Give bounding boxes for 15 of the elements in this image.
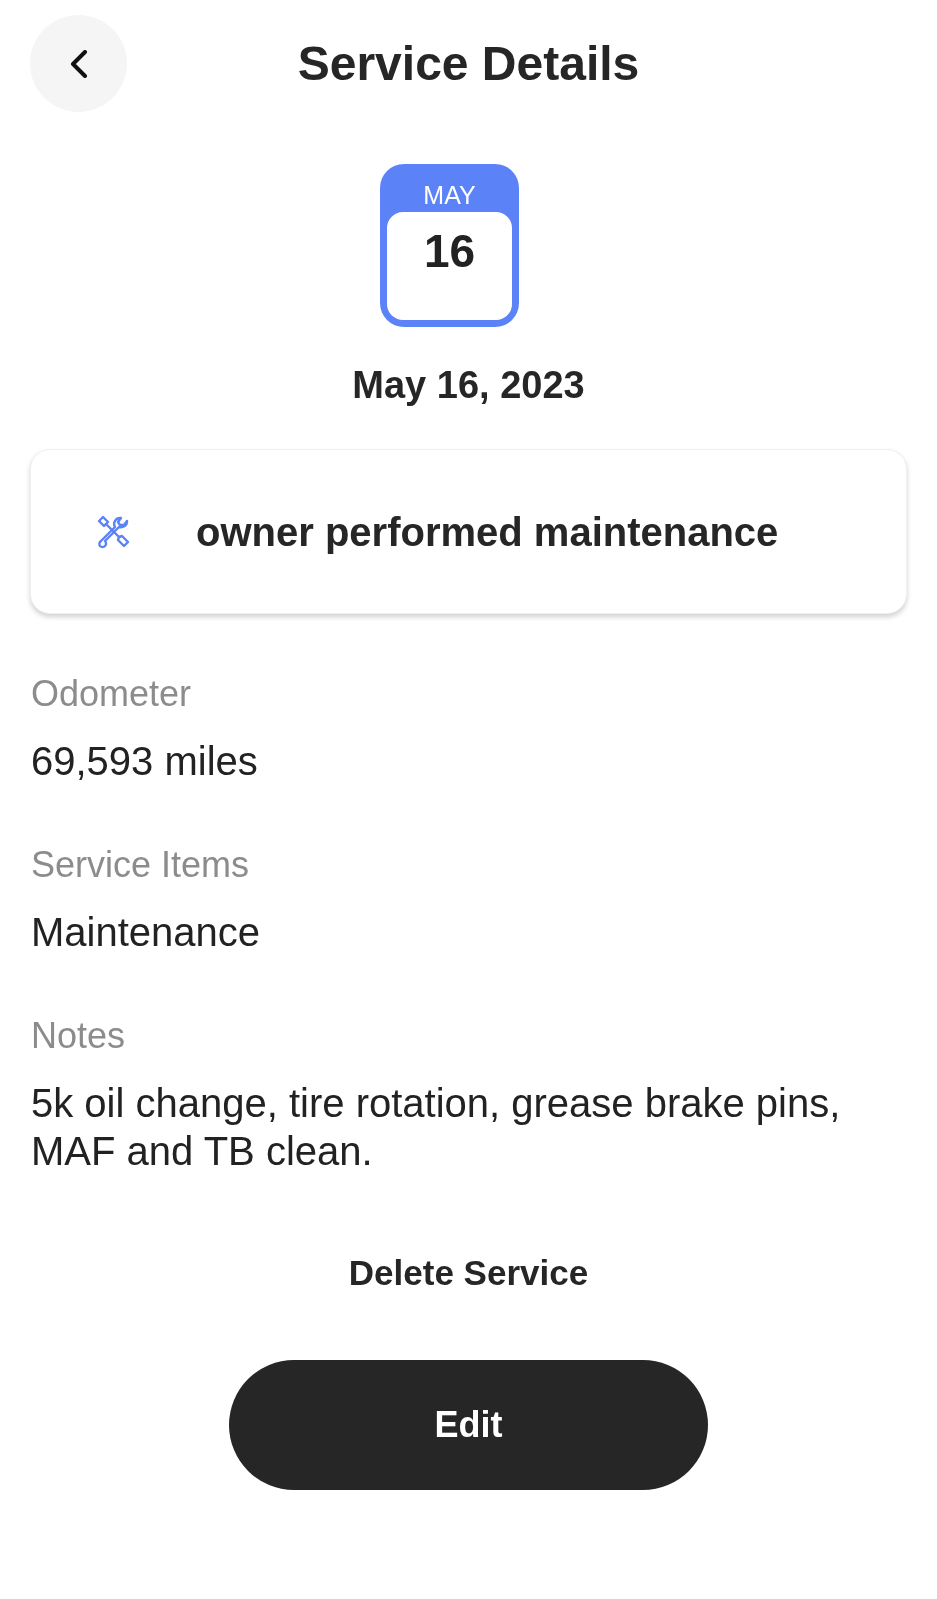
field-value: Maintenance xyxy=(31,909,262,956)
field-label: Service Items xyxy=(31,843,251,887)
delete-service-button[interactable]: Delete Service xyxy=(348,1253,589,1293)
field-label: Odometer xyxy=(31,672,193,716)
page-title: Service Details xyxy=(296,35,641,92)
chevron-left-icon xyxy=(68,49,89,78)
field-label: Notes xyxy=(31,1014,127,1058)
field-value: 5k oil change, tire rotation, grease brake pins, MAF and TB clean. xyxy=(31,1080,842,1175)
month-label: MAY xyxy=(423,181,476,209)
service-date: May 16, 2023 xyxy=(352,363,585,407)
edit-button[interactable]: Edit xyxy=(229,1360,708,1490)
day-number: 16 xyxy=(423,224,476,279)
service-type-label: owner performed maintenance xyxy=(196,508,779,556)
field-value: 69,593 miles xyxy=(31,738,259,785)
tools-icon xyxy=(97,514,131,549)
